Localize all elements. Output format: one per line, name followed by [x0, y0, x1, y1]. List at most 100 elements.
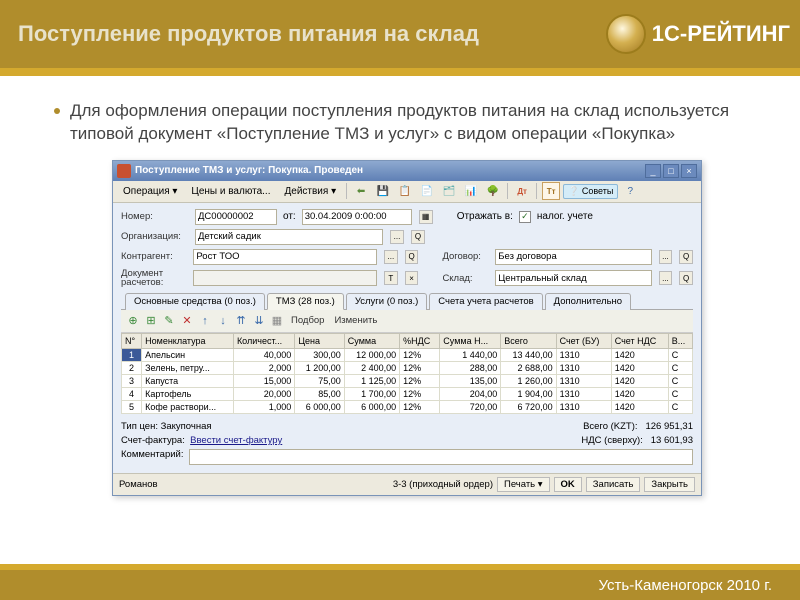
- col-nomen: Номенклатура: [142, 333, 234, 348]
- add-row-icon[interactable]: ⊕: [125, 313, 141, 329]
- sklad-field[interactable]: Центральный склад: [495, 270, 651, 286]
- close-form-button[interactable]: Закрыть: [644, 477, 695, 492]
- izmenit-link[interactable]: Изменить: [330, 315, 381, 326]
- nds-value: 13 601,93: [651, 435, 693, 446]
- tax-checkbox[interactable]: ✓: [519, 211, 531, 223]
- col-total: Всего: [501, 333, 556, 348]
- sklad-select-icon[interactable]: ...: [659, 271, 673, 285]
- dog-label: Договор:: [442, 251, 489, 262]
- bullet-item: Для оформления операции поступления прод…: [54, 100, 760, 146]
- table-row[interactable]: 1Апельсин40,000300,0012 000,0012%1 440,0…: [122, 348, 693, 361]
- logo-icon: [606, 14, 646, 54]
- dog-open-icon[interactable]: Q: [679, 250, 693, 264]
- tab-tmz[interactable]: ТМЗ (28 поз.): [267, 293, 344, 310]
- tt-icon[interactable]: Тт: [542, 182, 560, 200]
- status-extra: 3-3 (приходный ордер): [393, 479, 493, 490]
- invoice-row: Счет-фактура: Ввести счет-фактуру: [121, 435, 282, 446]
- table-row[interactable]: 4Картофель20,00085,001 700,0012%204,001 …: [122, 387, 693, 400]
- form-area: Номер: ДС00000002 от: 30.04.2009 0:00:00…: [113, 203, 701, 416]
- titlebar[interactable]: Поступление ТМЗ и услуг: Покупка. Провед…: [113, 161, 701, 181]
- post-icon[interactable]: ⬅: [352, 182, 370, 200]
- docras-field[interactable]: [193, 270, 377, 286]
- movements-icon[interactable]: 📊: [462, 182, 480, 200]
- docras-t-icon[interactable]: T: [384, 271, 398, 285]
- tab-accounts[interactable]: Счета учета расчетов: [429, 293, 542, 310]
- col-n: N°: [122, 333, 142, 348]
- tips-button[interactable]: ❔ Советы: [563, 184, 618, 199]
- fill-icon[interactable]: ▦: [269, 313, 285, 329]
- grid-header-row: N° Номенклатура Количест... Цена Сумма %…: [122, 333, 693, 348]
- help-icon[interactable]: ?: [621, 182, 639, 200]
- menu-prices[interactable]: Цены и валюта...: [185, 184, 276, 199]
- separator: [536, 183, 537, 199]
- tree-icon[interactable]: 🌳: [484, 182, 502, 200]
- minimize-button[interactable]: _: [645, 164, 661, 178]
- sklad-open-icon[interactable]: Q: [679, 271, 693, 285]
- tab-services[interactable]: Услуги (0 поз.): [346, 293, 427, 310]
- ok-button[interactable]: OK: [554, 477, 582, 492]
- enter-invoice-link[interactable]: Ввести счет-фактуру: [190, 435, 282, 446]
- menu-operation[interactable]: Операция ▾: [117, 184, 183, 199]
- total-row: Всего (KZT): 126 951,31: [583, 421, 693, 432]
- statusbar: Романов 3-3 (приходный ордер) Печать ▾ O…: [113, 473, 701, 495]
- separator: [346, 183, 347, 199]
- header-accent-bar: [0, 68, 800, 76]
- sort-desc-icon[interactable]: ⇊: [251, 313, 267, 329]
- totals-area: Тип цен: Закупочная Всего (KZT): 126 951…: [113, 416, 701, 473]
- docras-clear-icon[interactable]: ×: [405, 271, 419, 285]
- save-button[interactable]: Записать: [586, 477, 641, 492]
- table-row[interactable]: 2Зелень, петру...2,0001 200,002 400,0012…: [122, 361, 693, 374]
- col-price: Цена: [295, 333, 344, 348]
- col-nds-acct: Счет НДС: [611, 333, 668, 348]
- status-user: Романов: [119, 479, 158, 490]
- report-icon[interactable]: 📋: [396, 182, 414, 200]
- price-type-label: Тип цен: Закупочная: [121, 421, 212, 432]
- menu-actions[interactable]: Действия ▾: [278, 184, 342, 199]
- nds-row: НДС (сверху): 13 601,93: [581, 435, 693, 446]
- org-open-icon[interactable]: Q: [411, 230, 425, 244]
- date-picker-icon[interactable]: ▦: [419, 210, 433, 224]
- table-row[interactable]: 3Капуста15,00075,001 125,0012%135,001 26…: [122, 374, 693, 387]
- comment-label: Комментарий:: [121, 449, 183, 465]
- org-field[interactable]: Детский садик: [195, 229, 383, 245]
- edit-row-icon[interactable]: ✎: [161, 313, 177, 329]
- print-button[interactable]: Печать ▾: [497, 477, 550, 492]
- items-grid[interactable]: N° Номенклатура Количест... Цена Сумма %…: [121, 333, 693, 414]
- number-field[interactable]: ДС00000002: [195, 209, 277, 225]
- maximize-button[interactable]: □: [663, 164, 679, 178]
- sklad-label: Склад:: [442, 273, 489, 284]
- basis-icon[interactable]: 📄: [418, 182, 436, 200]
- separator: [507, 183, 508, 199]
- bullet-dot-icon: [54, 108, 60, 114]
- delete-row-icon[interactable]: ✕: [179, 313, 195, 329]
- table-row[interactable]: 5Кофе раствори...1,0006 000,006 000,0012…: [122, 400, 693, 413]
- close-button[interactable]: ×: [681, 164, 697, 178]
- contr-field[interactable]: Рост ТОО: [193, 249, 377, 265]
- tab-additional[interactable]: Дополнительно: [545, 293, 631, 310]
- date-field[interactable]: 30.04.2009 0:00:00: [302, 209, 412, 225]
- dog-field[interactable]: Без договора: [495, 249, 651, 265]
- tab-toolbar: ⊕ ⊞ ✎ ✕ ↑ ↓ ⇈ ⇊ ▦ Подбор Изменить: [121, 310, 693, 333]
- contr-select-icon[interactable]: ...: [384, 250, 398, 264]
- content-area: Для оформления операции поступления прод…: [0, 76, 800, 506]
- dog-select-icon[interactable]: ...: [659, 250, 673, 264]
- contr-open-icon[interactable]: Q: [405, 250, 419, 264]
- org-select-icon[interactable]: ...: [390, 230, 404, 244]
- move-up-icon[interactable]: ↑: [197, 313, 213, 329]
- save-icon[interactable]: 💾: [374, 182, 392, 200]
- comment-field[interactable]: [189, 449, 693, 465]
- col-nds-sum: Сумма Н...: [440, 333, 501, 348]
- podbor-link[interactable]: Подбор: [287, 315, 328, 326]
- logo: 1С-РЕЙТИНГ: [606, 14, 790, 54]
- tabs: Основные средства (0 поз.) ТМЗ (28 поз.)…: [121, 292, 693, 310]
- tab-fixed-assets[interactable]: Основные средства (0 поз.): [125, 293, 265, 310]
- number-label: Номер:: [121, 211, 189, 222]
- structure-icon[interactable]: 🗂: [440, 182, 458, 200]
- move-down-icon[interactable]: ↓: [215, 313, 231, 329]
- sort-asc-icon[interactable]: ⇈: [233, 313, 249, 329]
- col-qty: Количест...: [233, 333, 294, 348]
- copy-row-icon[interactable]: ⊞: [143, 313, 159, 329]
- footer-text: Усть-Каменогорск 2010 г.: [599, 577, 772, 594]
- dt-icon[interactable]: Дт: [513, 182, 531, 200]
- col-sum: Сумма: [344, 333, 399, 348]
